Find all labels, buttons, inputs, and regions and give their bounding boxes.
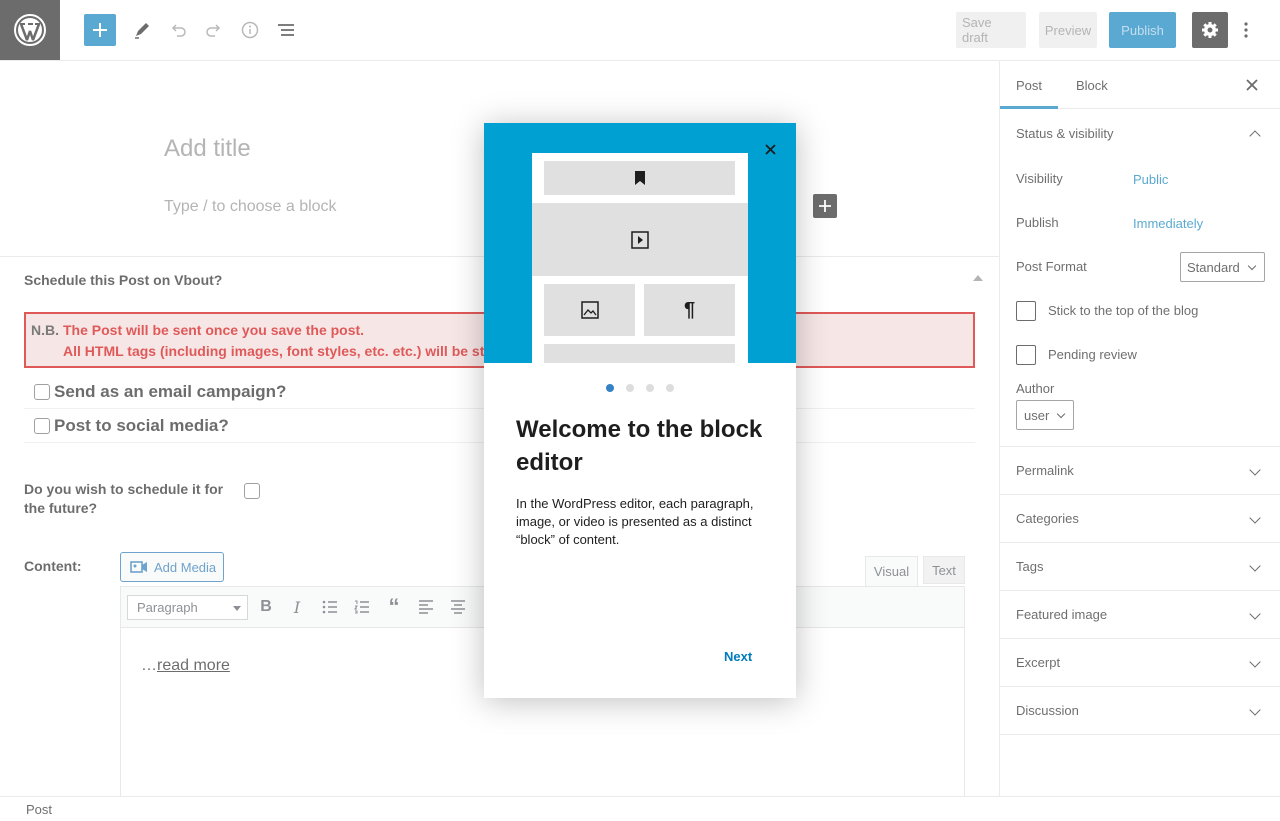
image-block <box>544 284 635 336</box>
close-modal-button[interactable] <box>760 139 780 159</box>
illustration-card: ¶ <box>532 153 748 363</box>
next-button[interactable]: Next <box>724 649 752 664</box>
play-icon <box>631 230 649 249</box>
more-block <box>544 344 735 363</box>
close-icon <box>764 143 776 155</box>
modal-description: In the WordPress editor, each paragraph,… <box>516 496 754 547</box>
page-dot-2[interactable] <box>626 384 634 392</box>
video-block <box>532 203 748 276</box>
welcome-guide-modal: ¶ Welcome to the block editor In the Wor… <box>484 123 796 698</box>
bookmark-icon <box>634 171 645 185</box>
page-dot-3[interactable] <box>646 384 654 392</box>
page-indicator <box>606 384 674 392</box>
image-icon <box>580 301 599 319</box>
welcome-illustration: ¶ <box>484 123 796 363</box>
paragraph-icon: ¶ <box>644 284 735 336</box>
modal-heading: Welcome to the block editor <box>516 416 763 476</box>
page-dot-1[interactable] <box>606 384 614 392</box>
bookmark-block <box>544 161 735 195</box>
page-dot-4[interactable] <box>666 384 674 392</box>
